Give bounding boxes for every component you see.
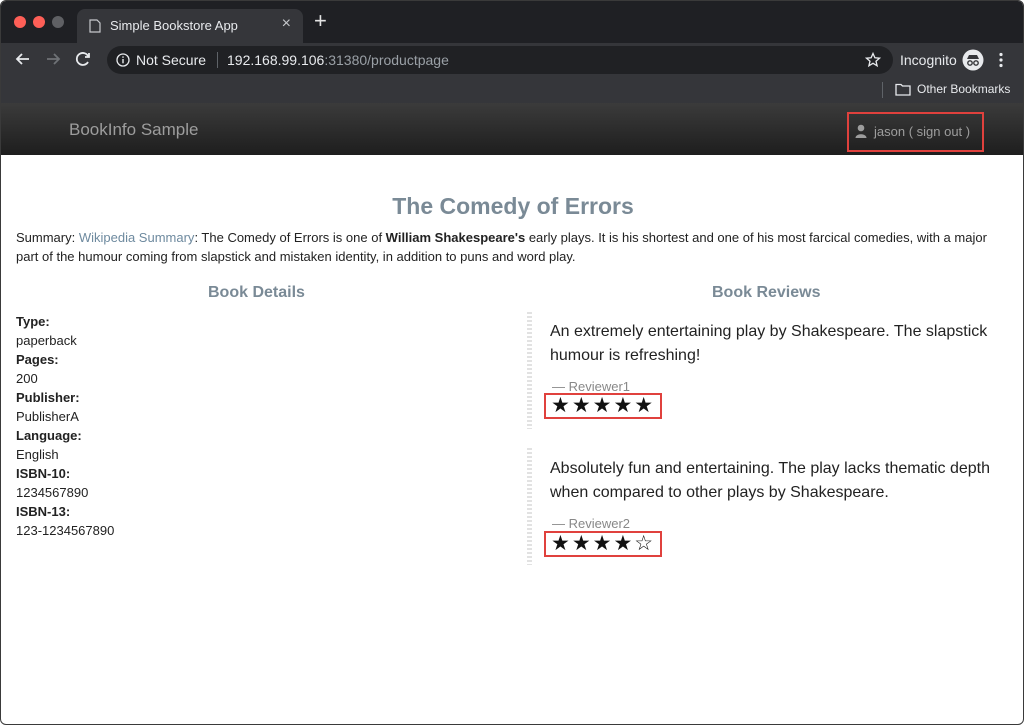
book-details-list: Type: paperback Pages: 200 Publisher: Pu… <box>16 312 496 540</box>
detail-value: paperback <box>16 333 77 348</box>
detail-value: 123-1234567890 <box>16 523 115 538</box>
book-reviews-heading: Book Reviews <box>712 284 821 301</box>
brand-link[interactable]: BookInfo Sample <box>69 120 198 140</box>
security-status[interactable]: Not Secure <box>136 52 206 68</box>
tab-bar: Simple Bookstore App × + <box>1 1 1023 43</box>
browser-window: Simple Bookstore App × + Not Secure 192.… <box>0 0 1024 725</box>
url-host: 192.168.99.106 <box>227 52 325 68</box>
wikipedia-summary-link[interactable]: Wikipedia Summary <box>79 230 195 245</box>
info-icon[interactable] <box>116 53 130 67</box>
open-paren: ( <box>905 124 917 139</box>
forward-arrow-icon[interactable] <box>43 49 63 69</box>
review-text: Absolutely fun and entertaining. The pla… <box>550 460 990 501</box>
sign-out-link[interactable]: sign out <box>917 124 963 139</box>
other-bookmarks-button[interactable]: Other Bookmarks <box>917 82 1010 96</box>
reviewer-name: — Reviewer2 <box>552 516 631 531</box>
summary-author: William Shakespeare's <box>385 230 526 245</box>
user-icon <box>855 124 867 138</box>
detail-value: 200 <box>16 371 38 386</box>
detail-label: Pages: <box>16 352 59 367</box>
detail-value: PublisherA <box>16 409 79 424</box>
reviewer-name: — Reviewer1 <box>552 379 631 394</box>
url-path: :31380/productpage <box>324 52 449 68</box>
folder-icon <box>895 83 911 96</box>
reload-icon[interactable] <box>73 49 93 69</box>
user-status: jason ( sign out ) <box>874 124 970 139</box>
back-arrow-icon[interactable] <box>13 49 33 69</box>
tab-simple-bookstore[interactable]: Simple Bookstore App × <box>77 9 303 43</box>
detail-value: 1234567890 <box>16 485 89 500</box>
url-text[interactable]: 192.168.99.106:31380/productpage <box>227 52 449 68</box>
address-bar[interactable]: Not Secure 192.168.99.106:31380/productp… <box>107 46 893 74</box>
user-name: jason <box>874 124 906 139</box>
bookmarks-bar: Other Bookmarks <box>1 77 1023 103</box>
summary-text-start: : The Comedy of Errors is one of <box>194 230 386 245</box>
detail-label: Type: <box>16 314 50 329</box>
more-menu-icon[interactable] <box>998 52 1004 68</box>
book-title: The Comedy of Errors <box>392 193 634 219</box>
review-text: An extremely entertaining play by Shakes… <box>550 323 988 364</box>
tab-title: Simple Bookstore App <box>110 18 238 33</box>
browser-toolbar: Not Secure 192.168.99.106:31380/productp… <box>1 43 1023 77</box>
bookmark-star-icon[interactable] <box>865 52 881 68</box>
user-signin-highlight: jason ( sign out ) <box>847 112 984 152</box>
close-tab-icon[interactable]: × <box>282 15 291 33</box>
detail-label: ISBN-10: <box>16 466 71 481</box>
detail-label: ISBN-13: <box>16 504 71 519</box>
review-quote-border <box>527 312 532 429</box>
review-quote-border <box>527 448 532 565</box>
address-divider <box>217 52 218 68</box>
incognito-icon[interactable] <box>962 49 984 71</box>
review-rating-stars: ★★★★★ <box>544 393 663 419</box>
app-navbar: BookInfo Sample jason ( sign out ) <box>1 103 1023 155</box>
book-details-heading: Book Details <box>208 284 305 301</box>
review-rating-stars: ★★★★☆ <box>544 531 663 557</box>
new-tab-button[interactable]: + <box>314 10 327 32</box>
minimize-window-button[interactable] <box>33 16 45 28</box>
detail-label: Publisher: <box>16 390 80 405</box>
page-icon <box>89 19 101 33</box>
detail-label: Language: <box>16 428 82 443</box>
summary-prefix: Summary: <box>16 230 79 245</box>
incognito-label: Incognito <box>900 52 957 68</box>
zoom-window-button[interactable] <box>52 16 64 28</box>
bookmarks-divider <box>882 82 883 98</box>
close-paren: ) <box>962 124 971 139</box>
close-window-button[interactable] <box>14 16 26 28</box>
detail-value: English <box>16 447 59 462</box>
book-summary: Summary: Wikipedia Summary: The Comedy o… <box>16 228 996 266</box>
